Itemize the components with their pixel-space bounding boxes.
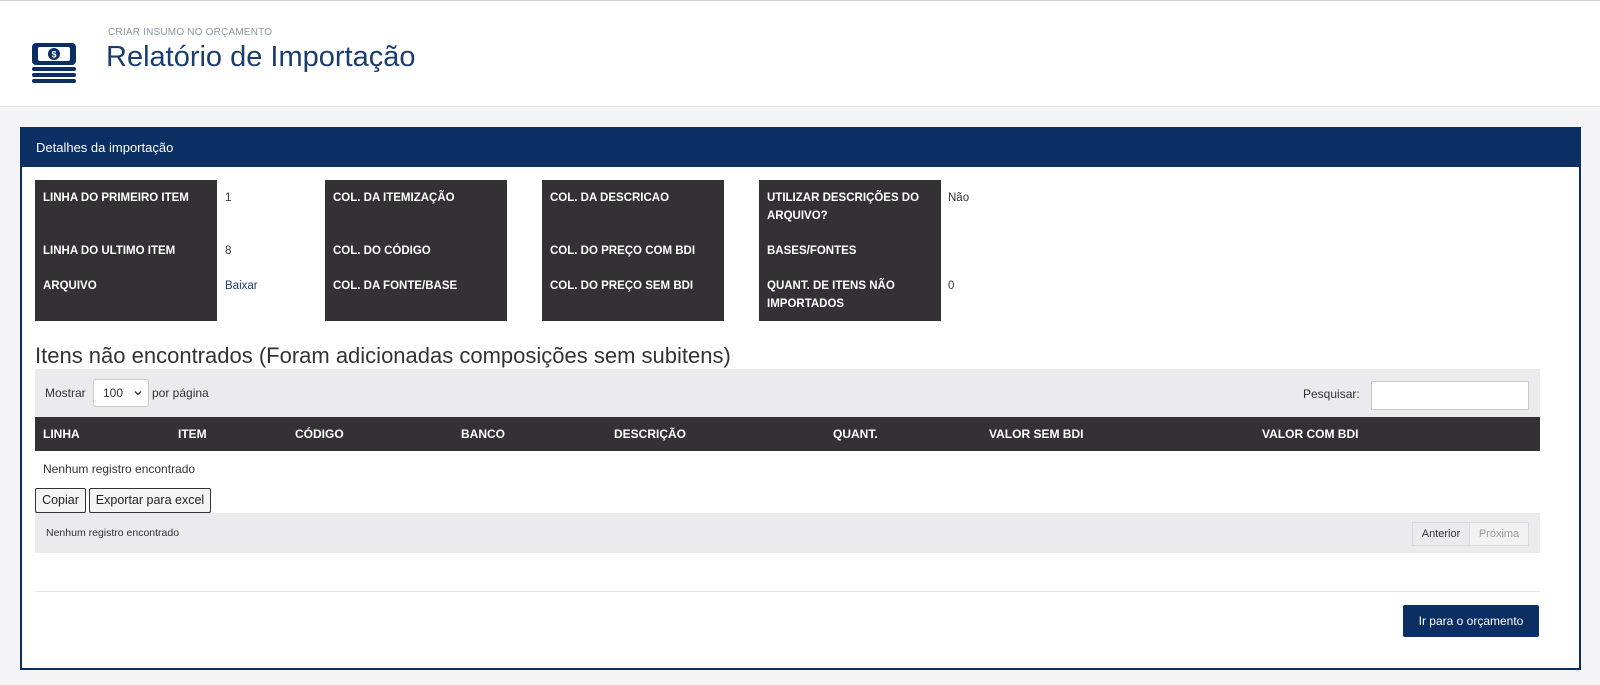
label-itemization-col: COL. DA ITEMIZAÇÃO: [333, 192, 455, 204]
divider: [35, 591, 1540, 592]
column-header-valor-sem-bdi[interactable]: VALOR SEM BDI: [989, 417, 1083, 451]
length-post-label: por página: [152, 386, 209, 400]
length-label: Mostrar: [45, 386, 86, 400]
value-use-descriptions: Não: [948, 192, 970, 204]
table-header: LINHA ITEM CÓDIGO BANCO DESCRIÇÃO QUANT.…: [35, 417, 1540, 451]
column-header-valor-com-bdi[interactable]: VALOR COM BDI: [1262, 417, 1358, 451]
column-header-codigo[interactable]: CÓDIGO: [295, 417, 344, 451]
page-length-select[interactable]: 100: [93, 379, 149, 407]
label-use-descriptions-1: UTILIZAR DESCRIÇÕES DO: [767, 192, 920, 204]
table-tools-bar: Mostrar 100 por página Pesquisar:: [35, 369, 1540, 417]
import-details-panel: Detalhes da importação LINHA DO PRIMEIRO…: [20, 127, 1581, 670]
download-file-link[interactable]: Baixar: [225, 277, 258, 295]
value-last-item-line: 8: [225, 245, 232, 257]
column-header-descricao[interactable]: DESCRIÇÃO: [614, 417, 686, 451]
section-title: Itens não encontrados (Foram adicionadas…: [35, 343, 731, 368]
details-label-col3: COL. DA DESCRICAO COL. DO PREÇO COM BDI …: [542, 180, 724, 321]
details-label-col4: UTILIZAR DESCRIÇÕES DO ARQUIVO? BASES/FO…: [759, 180, 941, 321]
label-first-item-line: LINHA DO PRIMEIRO ITEM: [43, 192, 189, 204]
label-not-imported-1: QUANT. DE ITENS NÃO: [767, 280, 895, 292]
empty-table-message: Nenhum registro encontrado: [43, 462, 196, 476]
page-length-value: 100: [103, 386, 124, 400]
label-use-descriptions-2: ARQUIVO?: [767, 210, 828, 222]
value-not-imported: 0: [948, 280, 955, 292]
label-description-col: COL. DA DESCRICAO: [550, 192, 670, 204]
previous-page-button[interactable]: Anterior: [1412, 522, 1470, 546]
column-header-quant[interactable]: QUANT.: [833, 417, 878, 451]
next-page-button[interactable]: Próxima: [1469, 522, 1529, 546]
details-label-col2: COL. DA ITEMIZAÇÃO COL. DO CÓDIGO COL. D…: [325, 180, 507, 321]
value-first-item-line: 1: [225, 192, 232, 204]
go-to-budget-button[interactable]: Ir para o orçamento: [1403, 605, 1539, 637]
column-header-linha[interactable]: LINHA: [43, 417, 80, 451]
search-input[interactable]: [1371, 381, 1529, 410]
money-stack-icon: $: [32, 43, 76, 83]
copy-button[interactable]: Copiar: [35, 488, 86, 513]
search-label: Pesquisar:: [1303, 387, 1360, 401]
chevron-down-icon: [134, 391, 142, 396]
page-title: Relatório de Importação: [106, 41, 416, 73]
breadcrumb: CRIAR INSUMO NO ORÇAMENTO: [108, 27, 273, 38]
label-bases-sources: BASES/FONTES: [767, 245, 857, 257]
export-excel-button[interactable]: Exportar para excel: [89, 488, 211, 513]
table-info: Nenhum registro encontrado: [46, 527, 180, 539]
details-label-col1: LINHA DO PRIMEIRO ITEM LINHA DO ULTIMO I…: [35, 180, 217, 321]
label-price-no-bdi-col: COL. DO PREÇO SEM BDI: [550, 280, 694, 292]
label-price-bdi-col: COL. DO PREÇO COM BDI: [550, 245, 696, 257]
label-file: ARQUIVO: [43, 280, 97, 292]
label-code-col: COL. DO CÓDIGO: [333, 245, 431, 257]
column-header-item[interactable]: ITEM: [178, 417, 207, 451]
column-header-banco[interactable]: BANCO: [461, 417, 505, 451]
label-source-col: COL. DA FONTE/BASE: [333, 280, 458, 292]
label-not-imported-2: IMPORTADOS: [767, 298, 845, 310]
panel-title: Detalhes da importação: [22, 129, 1579, 167]
page-header: $ CRIAR INSUMO NO ORÇAMENTO Relatório de…: [0, 0, 1600, 107]
label-last-item-line: LINHA DO ULTIMO ITEM: [43, 245, 176, 257]
svg-text:$: $: [51, 50, 56, 60]
table-footer: Nenhum registro encontrado Anterior Próx…: [35, 513, 1540, 553]
